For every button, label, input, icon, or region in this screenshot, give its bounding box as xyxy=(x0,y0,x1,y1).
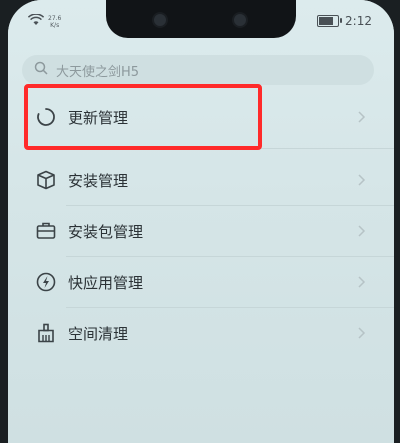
status-left: 27.6 K/s xyxy=(27,13,61,29)
menu-item-package-management[interactable]: 安装包管理 xyxy=(8,206,394,256)
chevron-right-icon xyxy=(358,108,366,127)
menu-item-space-cleanup[interactable]: 空间清理 xyxy=(8,308,394,358)
wifi-icon xyxy=(27,13,45,29)
lightning-icon xyxy=(34,270,58,294)
menu-item-label: 空间清理 xyxy=(68,324,129,343)
menu-item-label: 安装包管理 xyxy=(68,222,144,241)
chevron-right-icon xyxy=(358,171,366,190)
status-right: 2:12 xyxy=(317,14,372,28)
front-camera-icon xyxy=(152,12,168,28)
briefcase-icon xyxy=(34,219,58,243)
menu-item-label: 安装管理 xyxy=(68,171,129,190)
chevron-right-icon xyxy=(358,324,366,343)
network-speed: 27.6 K/s xyxy=(48,15,61,29)
search-bar[interactable]: 大天使之剑H5 xyxy=(22,55,374,85)
search-placeholder: 大天使之剑H5 xyxy=(56,64,140,80)
network-speed-unit: K/s xyxy=(50,21,60,29)
menu-item-quick-app-management[interactable]: 快应用管理 xyxy=(8,257,394,307)
box-icon xyxy=(34,168,58,192)
phone-screen: 27.6 K/s 2:12 大天使之剑H5 更新管理 安装管理 安装包管理 快应… xyxy=(8,0,394,443)
broom-icon xyxy=(34,321,58,345)
search-icon xyxy=(34,61,56,79)
front-sensor-icon xyxy=(232,12,248,28)
chevron-right-icon xyxy=(358,222,366,241)
menu-item-label: 快应用管理 xyxy=(68,273,144,292)
network-speed-value: 27.6 xyxy=(48,14,62,22)
highlight-box xyxy=(24,84,262,150)
menu-item-install-management[interactable]: 安装管理 xyxy=(8,155,394,205)
clock: 2:12 xyxy=(345,14,372,28)
battery-icon xyxy=(317,15,343,27)
camera-notch xyxy=(106,0,296,38)
chevron-right-icon xyxy=(358,273,366,292)
